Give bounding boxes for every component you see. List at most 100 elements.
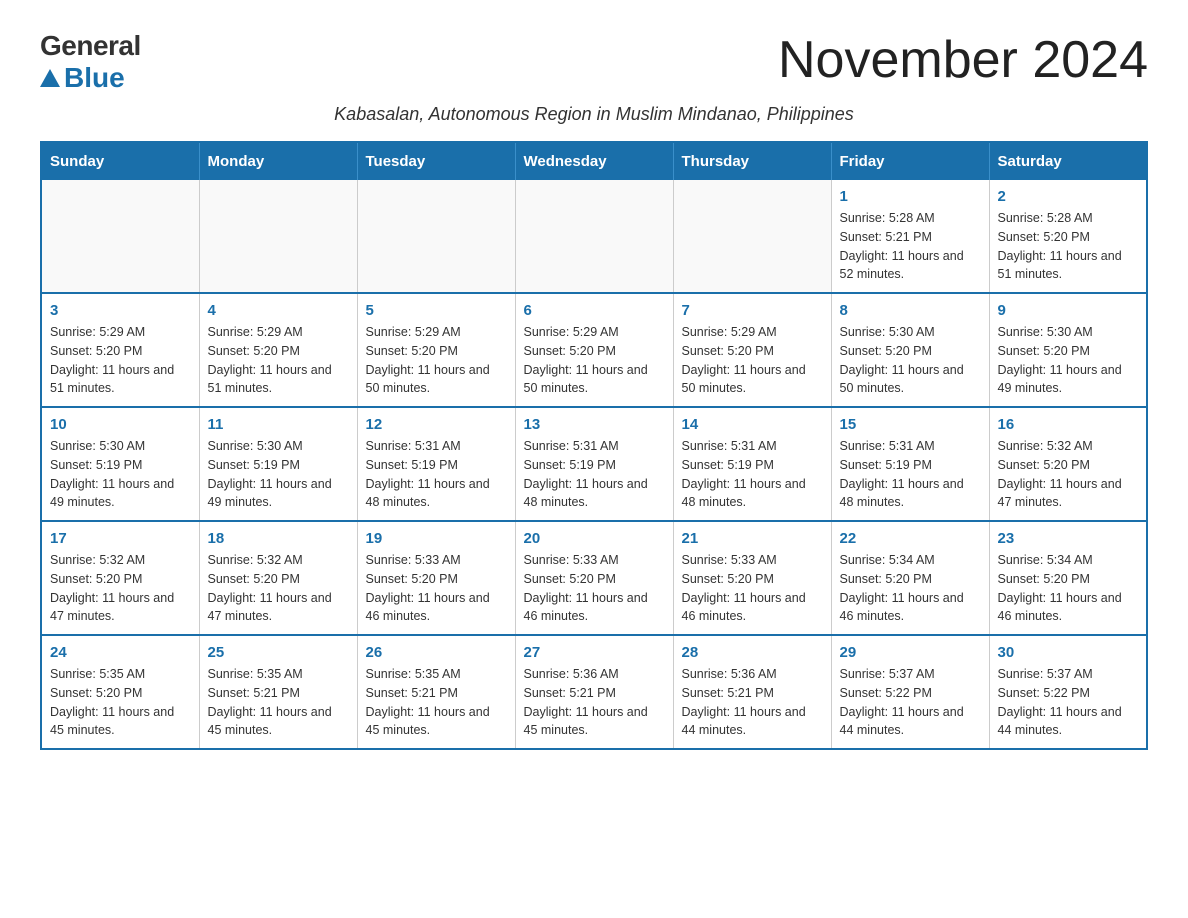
logo-blue-text: Blue bbox=[40, 62, 125, 94]
day-info: Sunrise: 5:29 AMSunset: 5:20 PMDaylight:… bbox=[208, 323, 349, 398]
calendar-cell: 26 Sunrise: 5:35 AMSunset: 5:21 PMDayligh… bbox=[357, 635, 515, 749]
day-number: 16 bbox=[998, 416, 1139, 433]
day-info: Sunrise: 5:30 AMSunset: 5:20 PMDaylight:… bbox=[998, 323, 1139, 398]
day-info: Sunrise: 5:33 AMSunset: 5:20 PMDaylight:… bbox=[366, 551, 507, 626]
day-number: 21 bbox=[682, 530, 823, 547]
day-number: 24 bbox=[50, 644, 191, 661]
header-row: SundayMondayTuesdayWednesdayThursdayFrid… bbox=[41, 142, 1147, 180]
day-number: 12 bbox=[366, 416, 507, 433]
day-info: Sunrise: 5:29 AMSunset: 5:20 PMDaylight:… bbox=[682, 323, 823, 398]
calendar-cell: 27Sunrise: 5:36 AMSunset: 5:21 PMDayligh… bbox=[515, 635, 673, 749]
day-number: 29 bbox=[840, 644, 981, 661]
day-number: 4 bbox=[208, 302, 349, 319]
calendar-cell: 6 Sunrise: 5:29 AMSunset: 5:20 PMDaylight… bbox=[515, 293, 673, 407]
calendar-cell: 4 Sunrise: 5:29 AMSunset: 5:20 PMDaylight… bbox=[199, 293, 357, 407]
calendar-cell: 16 Sunrise: 5:32 AMSunset: 5:20 PMDayligh… bbox=[989, 407, 1147, 521]
day-info: Sunrise: 5:31 AMSunset: 5:19 PMDaylight:… bbox=[524, 437, 665, 512]
calendar-header: SundayMondayTuesdayWednesdayThursdayFrid… bbox=[41, 142, 1147, 180]
day-number: 18 bbox=[208, 530, 349, 547]
calendar-cell: 20 Sunrise: 5:33 AMSunset: 5:20 PMDayligh… bbox=[515, 521, 673, 635]
week-row-3: 10 Sunrise: 5:30 AMSunset: 5:19 PMDayligh… bbox=[41, 407, 1147, 521]
day-info: Sunrise: 5:34 AMSunset: 5:20 PMDaylight:… bbox=[840, 551, 981, 626]
calendar-cell: 25Sunrise: 5:35 AMSunset: 5:21 PMDayligh… bbox=[199, 635, 357, 749]
day-info: Sunrise: 5:31 AMSunset: 5:19 PMDaylight:… bbox=[840, 437, 981, 512]
calendar-cell bbox=[41, 180, 199, 293]
day-number: 15 bbox=[840, 416, 981, 433]
calendar-cell: 11 Sunrise: 5:30 AMSunset: 5:19 PMDayligh… bbox=[199, 407, 357, 521]
day-number: 25 bbox=[208, 644, 349, 661]
day-info: Sunrise: 5:35 AMSunset: 5:20 PMDaylight:… bbox=[50, 665, 191, 740]
calendar-cell bbox=[357, 180, 515, 293]
calendar-cell: 2 Sunrise: 5:28 AMSunset: 5:20 PMDaylight… bbox=[989, 180, 1147, 293]
logo-triangle-icon bbox=[40, 69, 60, 87]
day-number: 19 bbox=[366, 530, 507, 547]
day-info: Sunrise: 5:32 AMSunset: 5:20 PMDaylight:… bbox=[208, 551, 349, 626]
logo: General Blue bbox=[40, 30, 141, 94]
day-info: Sunrise: 5:37 AMSunset: 5:22 PMDaylight:… bbox=[998, 665, 1139, 740]
day-info: Sunrise: 5:36 AMSunset: 5:21 PMDaylight:… bbox=[682, 665, 823, 740]
calendar-cell bbox=[199, 180, 357, 293]
day-info: Sunrise: 5:33 AMSunset: 5:20 PMDaylight:… bbox=[682, 551, 823, 626]
day-number: 26 bbox=[366, 644, 507, 661]
calendar-cell: 7 Sunrise: 5:29 AMSunset: 5:20 PMDaylight… bbox=[673, 293, 831, 407]
day-info: Sunrise: 5:31 AMSunset: 5:19 PMDaylight:… bbox=[366, 437, 507, 512]
day-info: Sunrise: 5:34 AMSunset: 5:20 PMDaylight:… bbox=[998, 551, 1139, 626]
day-info: Sunrise: 5:29 AMSunset: 5:20 PMDaylight:… bbox=[50, 323, 191, 398]
header-day-friday: Friday bbox=[831, 142, 989, 180]
day-number: 2 bbox=[998, 188, 1139, 205]
day-number: 14 bbox=[682, 416, 823, 433]
day-number: 6 bbox=[524, 302, 665, 319]
day-number: 11 bbox=[208, 416, 349, 433]
calendar-cell: 17Sunrise: 5:32 AMSunset: 5:20 PMDayligh… bbox=[41, 521, 199, 635]
day-number: 17 bbox=[50, 530, 191, 547]
logo-general-text: General bbox=[40, 30, 141, 62]
day-info: Sunrise: 5:33 AMSunset: 5:20 PMDaylight:… bbox=[524, 551, 665, 626]
week-row-5: 24 Sunrise: 5:35 AMSunset: 5:20 PMDayligh… bbox=[41, 635, 1147, 749]
calendar-cell: 19 Sunrise: 5:33 AMSunset: 5:20 PMDayligh… bbox=[357, 521, 515, 635]
day-number: 22 bbox=[840, 530, 981, 547]
calendar-cell: 18 Sunrise: 5:32 AMSunset: 5:20 PMDayligh… bbox=[199, 521, 357, 635]
calendar-cell: 12 Sunrise: 5:31 AMSunset: 5:19 PMDayligh… bbox=[357, 407, 515, 521]
day-number: 13 bbox=[524, 416, 665, 433]
day-number: 20 bbox=[524, 530, 665, 547]
day-info: Sunrise: 5:28 AMSunset: 5:21 PMDaylight:… bbox=[840, 209, 981, 284]
day-number: 5 bbox=[366, 302, 507, 319]
header-day-tuesday: Tuesday bbox=[357, 142, 515, 180]
week-row-2: 3 Sunrise: 5:29 AMSunset: 5:20 PMDaylight… bbox=[41, 293, 1147, 407]
day-number: 10 bbox=[50, 416, 191, 433]
calendar-cell: 9 Sunrise: 5:30 AMSunset: 5:20 PMDaylight… bbox=[989, 293, 1147, 407]
calendar-cell: 13 Sunrise: 5:31 AMSunset: 5:19 PMDayligh… bbox=[515, 407, 673, 521]
header-day-saturday: Saturday bbox=[989, 142, 1147, 180]
day-number: 7 bbox=[682, 302, 823, 319]
day-info: Sunrise: 5:28 AMSunset: 5:20 PMDaylight:… bbox=[998, 209, 1139, 284]
calendar-cell bbox=[673, 180, 831, 293]
week-row-1: 1 Sunrise: 5:28 AMSunset: 5:21 PMDaylight… bbox=[41, 180, 1147, 293]
calendar-cell: 15 Sunrise: 5:31 AMSunset: 5:19 PMDayligh… bbox=[831, 407, 989, 521]
header: General Blue November 2024 bbox=[40, 30, 1148, 94]
day-info: Sunrise: 5:32 AMSunset: 5:20 PMDaylight:… bbox=[998, 437, 1139, 512]
calendar-cell: 14 Sunrise: 5:31 AMSunset: 5:19 PMDayligh… bbox=[673, 407, 831, 521]
day-number: 30 bbox=[998, 644, 1139, 661]
day-number: 1 bbox=[840, 188, 981, 205]
calendar-cell: 21 Sunrise: 5:33 AMSunset: 5:20 PMDayligh… bbox=[673, 521, 831, 635]
calendar-cell: 5Sunrise: 5:29 AMSunset: 5:20 PMDaylight… bbox=[357, 293, 515, 407]
calendar-cell: 29 Sunrise: 5:37 AMSunset: 5:22 PMDayligh… bbox=[831, 635, 989, 749]
header-day-wednesday: Wednesday bbox=[515, 142, 673, 180]
calendar-body: 1 Sunrise: 5:28 AMSunset: 5:21 PMDaylight… bbox=[41, 180, 1147, 749]
calendar-cell: 3 Sunrise: 5:29 AMSunset: 5:20 PMDaylight… bbox=[41, 293, 199, 407]
day-number: 3 bbox=[50, 302, 191, 319]
day-number: 9 bbox=[998, 302, 1139, 319]
header-day-sunday: Sunday bbox=[41, 142, 199, 180]
calendar-cell: 24 Sunrise: 5:35 AMSunset: 5:20 PMDayligh… bbox=[41, 635, 199, 749]
day-info: Sunrise: 5:29 AMSunset: 5:20 PMDaylight:… bbox=[524, 323, 665, 398]
day-info: Sunrise: 5:36 AMSunset: 5:21 PMDaylight:… bbox=[524, 665, 665, 740]
day-info: Sunrise: 5:30 AMSunset: 5:19 PMDaylight:… bbox=[50, 437, 191, 512]
calendar-table: SundayMondayTuesdayWednesdayThursdayFrid… bbox=[40, 141, 1148, 750]
calendar-cell: 28Sunrise: 5:36 AMSunset: 5:21 PMDayligh… bbox=[673, 635, 831, 749]
day-info: Sunrise: 5:30 AMSunset: 5:19 PMDaylight:… bbox=[208, 437, 349, 512]
calendar-cell: 23Sunrise: 5:34 AMSunset: 5:20 PMDayligh… bbox=[989, 521, 1147, 635]
calendar-cell bbox=[515, 180, 673, 293]
day-info: Sunrise: 5:31 AMSunset: 5:19 PMDaylight:… bbox=[682, 437, 823, 512]
day-info: Sunrise: 5:37 AMSunset: 5:22 PMDaylight:… bbox=[840, 665, 981, 740]
day-info: Sunrise: 5:35 AMSunset: 5:21 PMDaylight:… bbox=[366, 665, 507, 740]
